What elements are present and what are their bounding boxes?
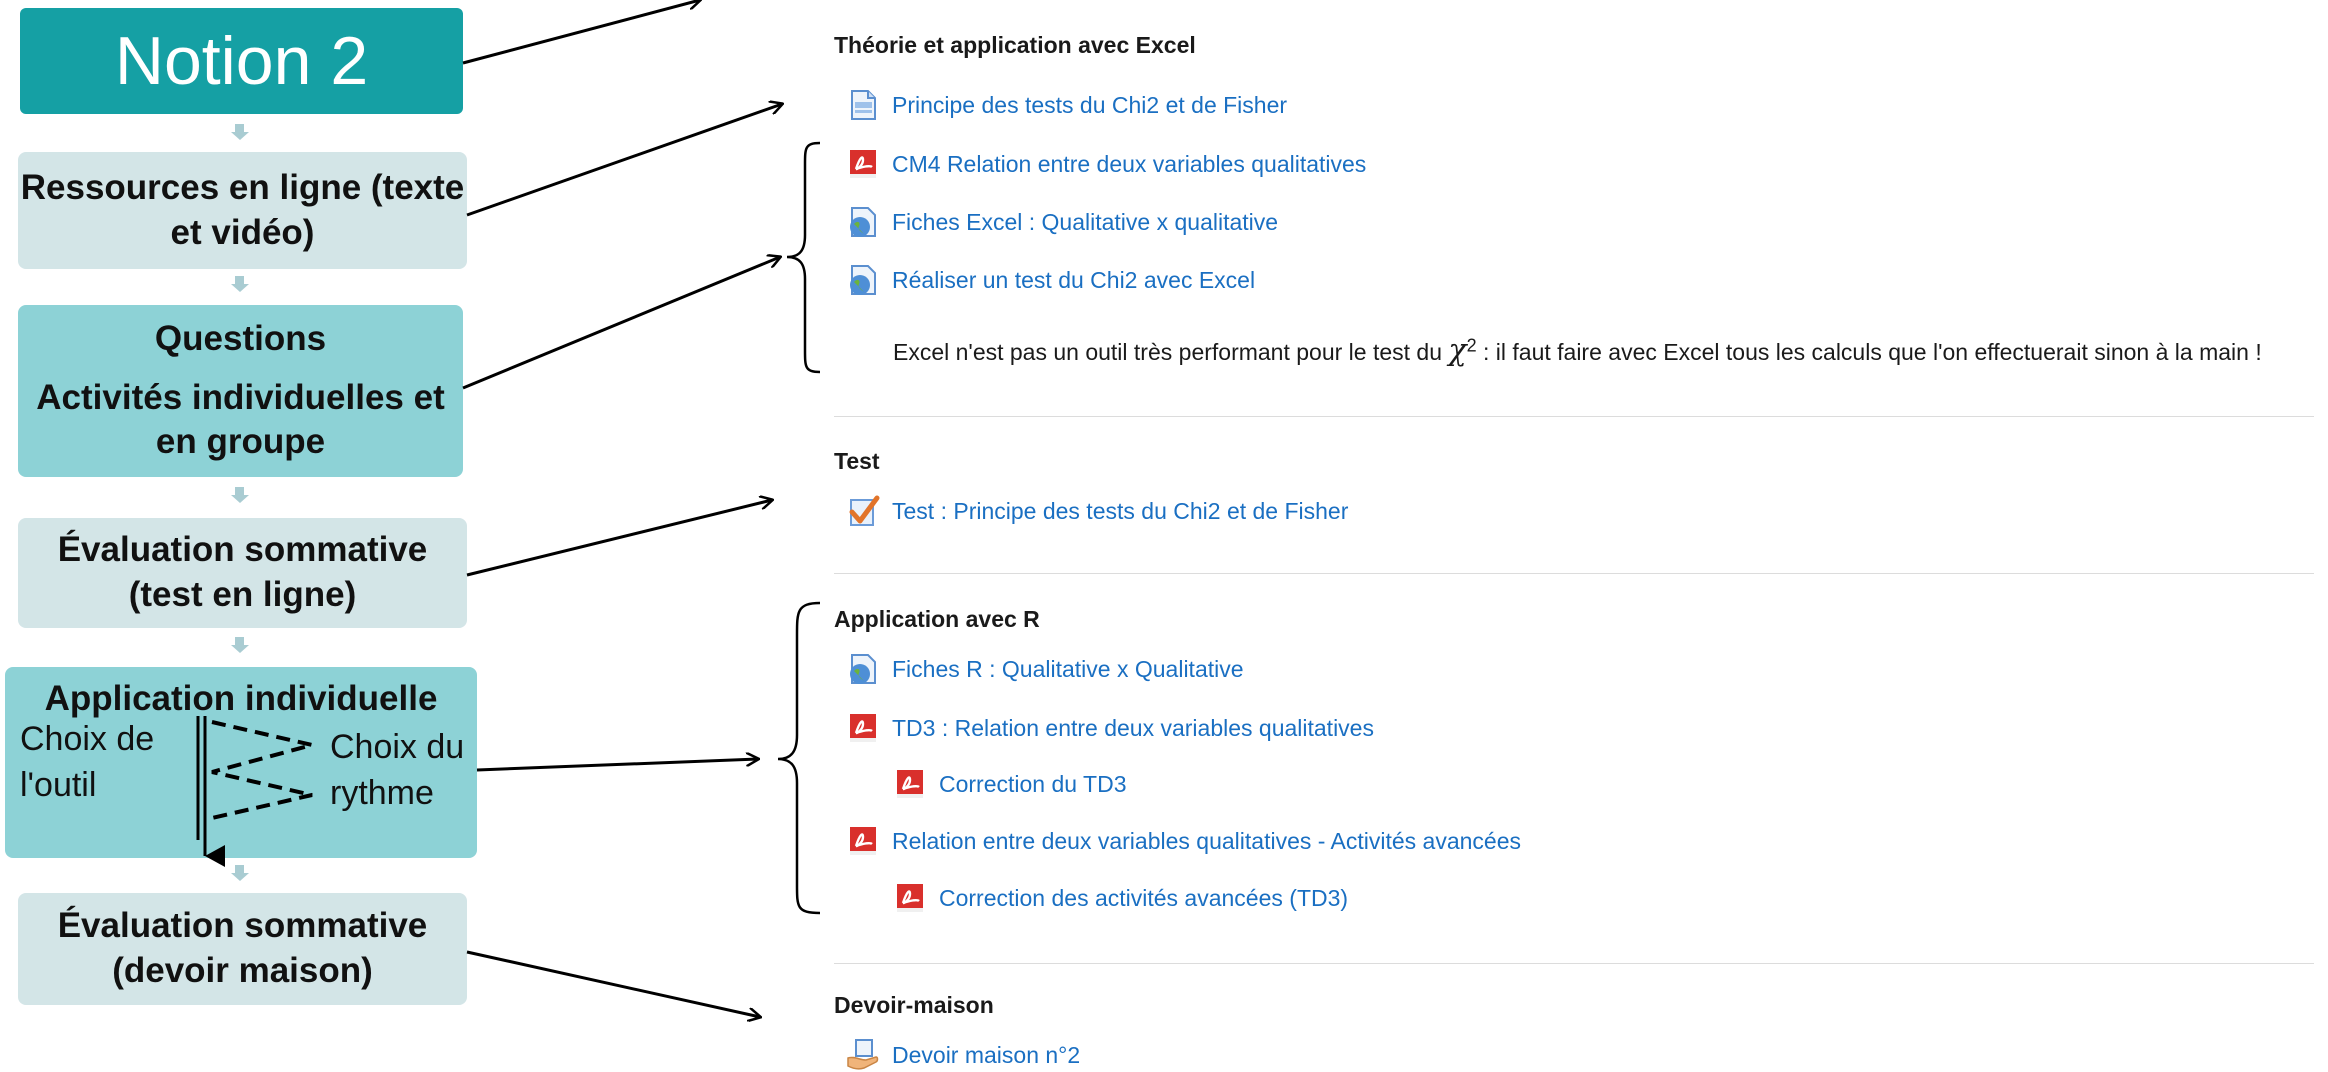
connector-overlay (196, 0, 821, 1067)
arrow-application-to-r (476, 759, 758, 772)
arrow-notion-to-top (462, 0, 700, 65)
arrow-questions-to-excel (462, 257, 780, 390)
brace-excel (786, 141, 821, 374)
arrow-eval-to-test (466, 500, 772, 577)
arrow-homework-to-devoir (466, 950, 760, 1017)
brace-r (777, 601, 821, 915)
arrow-resources-to-principe (466, 104, 782, 217)
rhythm-dashed-zigzag (211, 720, 313, 820)
